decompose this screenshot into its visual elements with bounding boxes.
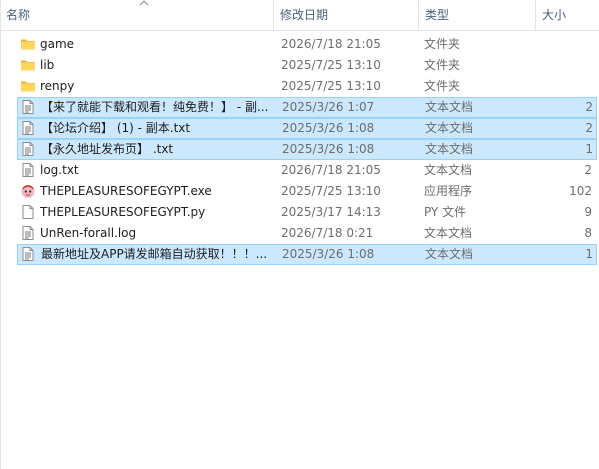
file-name: 【来了就能下载和观看！纯免费！】 - 副...	[41, 100, 269, 114]
file-type: 文本文档	[425, 100, 474, 114]
file-row[interactable]: 最新地址及APP请发邮箱自动获取！！！... 2025/3/26 1:08 文本…	[17, 244, 597, 265]
file-date: 2025/7/25 13:10	[281, 184, 381, 198]
file-row[interactable]: 【论坛介绍】 (1) - 副本.txt 2025/3/26 1:08 文本文档 …	[17, 118, 597, 139]
file-name: game	[40, 37, 75, 51]
column-header-date-label: 修改日期	[280, 8, 329, 22]
file-type: 文本文档	[425, 142, 474, 156]
file-name: UnRen-forall.log	[40, 226, 137, 240]
file-row[interactable]: renpy 2025/7/25 13:10 文件夹	[17, 76, 597, 97]
file-size: 2	[585, 100, 593, 114]
column-header-name[interactable]: 名称	[0, 0, 273, 30]
file-row[interactable]: 【来了就能下载和观看！纯免费！】 - 副... 2025/3/26 1:07 文…	[17, 97, 597, 118]
text-file-icon	[20, 120, 36, 136]
file-name: renpy	[40, 79, 75, 93]
file-type: 文件夹	[424, 37, 461, 51]
file-name: 【永久地址发布页】 .txt	[41, 142, 174, 156]
folder-icon	[20, 78, 36, 94]
file-row[interactable]: THEPLEASURESOFEGYPT.exe 2025/7/25 13:10 …	[17, 181, 597, 202]
file-size	[537, 76, 592, 97]
column-header-type-label: 类型	[425, 8, 450, 22]
file-date: 2025/3/26 1:08	[282, 121, 375, 135]
text-file-icon	[20, 99, 36, 115]
file-size	[537, 34, 592, 55]
file-date: 2026/7/18 21:05	[281, 163, 381, 177]
column-header-size-label: 大小	[542, 8, 567, 22]
folder-icon	[20, 57, 36, 73]
column-header-bar: 名称 修改日期 类型 大小	[0, 0, 599, 31]
file-date: 2026/7/18 21:05	[281, 37, 381, 51]
file-name: THEPLEASURESOFEGYPT.exe	[40, 184, 212, 198]
file-size: 9	[584, 205, 592, 219]
file-size: 1	[585, 247, 593, 261]
file-date: 2025/3/26 1:08	[282, 142, 375, 156]
column-header-name-label: 名称	[6, 8, 31, 22]
file-type: 文本文档	[424, 226, 473, 240]
column-header-size[interactable]: 大小	[535, 0, 599, 30]
file-type: 文件夹	[424, 79, 461, 93]
file-name: log.txt	[40, 163, 79, 177]
game-app-icon	[20, 183, 36, 199]
file-type: 文本文档	[425, 247, 474, 261]
text-file-icon	[20, 141, 36, 157]
file-size: 1	[585, 142, 593, 156]
file-size: 102	[569, 184, 592, 198]
file-size	[537, 55, 592, 76]
file-type: 文件夹	[424, 58, 461, 72]
file-name: 最新地址及APP请发邮箱自动获取！！！...	[41, 247, 268, 261]
file-row[interactable]: log.txt 2026/7/18 21:05 文本文档 2	[17, 160, 597, 181]
file-name: lib	[40, 58, 55, 72]
file-date: 2025/7/25 13:10	[281, 58, 381, 72]
file-date: 2026/7/18 0:21	[281, 226, 374, 240]
text-file-icon	[20, 225, 36, 241]
file-row[interactable]: game 2026/7/18 21:05 文件夹	[17, 34, 597, 55]
file-name: 【论坛介绍】 (1) - 副本.txt	[41, 121, 191, 135]
file-date: 2025/7/25 13:10	[281, 79, 381, 93]
file-date: 2025/3/26 1:07	[282, 100, 375, 114]
window-left-edge	[0, 0, 1, 469]
file-type: 文本文档	[425, 121, 474, 135]
file-row[interactable]: UnRen-forall.log 2026/7/18 0:21 文本文档 8	[17, 223, 597, 244]
file-row[interactable]: lib 2025/7/25 13:10 文件夹	[17, 55, 597, 76]
file-date: 2025/3/26 1:08	[282, 247, 375, 261]
blank-file-icon	[20, 204, 36, 220]
file-date: 2025/3/17 14:13	[281, 205, 381, 219]
sort-ascending-icon	[139, 0, 149, 7]
text-file-icon	[20, 162, 36, 178]
text-file-icon	[20, 246, 36, 262]
folder-icon	[20, 36, 36, 52]
file-size: 8	[584, 226, 592, 240]
file-name: THEPLEASURESOFEGYPT.py	[40, 205, 206, 219]
column-header-type[interactable]: 类型	[418, 0, 535, 30]
column-header-date[interactable]: 修改日期	[273, 0, 418, 30]
file-size: 2	[585, 121, 593, 135]
file-size: 2	[584, 163, 592, 177]
file-type: 文本文档	[424, 163, 473, 177]
file-type: PY 文件	[424, 205, 467, 219]
file-row[interactable]: 【永久地址发布页】 .txt 2025/3/26 1:08 文本文档 1	[17, 139, 597, 160]
file-type: 应用程序	[424, 184, 473, 198]
file-row[interactable]: THEPLEASURESOFEGYPT.py 2025/3/17 14:13 P…	[17, 202, 597, 223]
